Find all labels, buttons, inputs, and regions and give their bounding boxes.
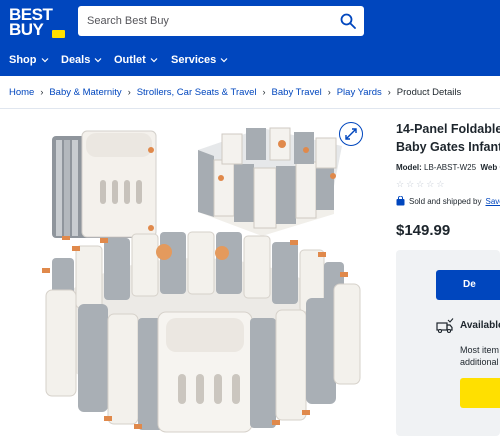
availability-note-line1: Most item [460, 345, 500, 355]
add-to-cart-button[interactable]: De [436, 270, 500, 300]
web-code-label: Web Co [480, 163, 500, 172]
star-icon: ☆ [436, 179, 445, 189]
chevron-down-icon [41, 58, 48, 63]
delivery-truck-icon [436, 318, 454, 334]
expand-icon [345, 128, 357, 140]
nav-services[interactable]: Services [171, 54, 228, 66]
star-icon: ☆ [426, 179, 435, 189]
chevron-down-icon [150, 58, 158, 63]
best-buy-logo[interactable]: BEST BUY [9, 4, 65, 40]
breadcrumb-baby-travel[interactable]: Baby Travel [272, 87, 322, 98]
chevron-right-icon: › [262, 87, 266, 97]
product-title: 14-Panel Foldable Baby Gates Infant [396, 120, 500, 156]
sold-by: Sold and shipped by Save [396, 196, 500, 206]
main-nav: Shop Deals Outlet Services [0, 45, 500, 76]
logo-tag-icon [52, 30, 65, 38]
nav-deals[interactable]: Deals [61, 54, 102, 66]
availability-note: Most item additional [460, 344, 500, 368]
chevron-right-icon: › [40, 87, 44, 97]
search-bar [78, 6, 364, 36]
folded-gate-image [52, 130, 157, 240]
availability-note-line2: additional [460, 357, 499, 367]
breadcrumb-current: Product Details [396, 86, 462, 98]
product-image[interactable] [0, 110, 385, 436]
secondary-action-button[interactable] [460, 378, 500, 408]
nav-shop[interactable]: Shop [9, 54, 49, 66]
search-input[interactable] [78, 6, 328, 36]
rating-stars[interactable]: ☆ ☆ ☆ ☆ ☆ [396, 179, 444, 189]
nav-deals-label: Deals [61, 54, 91, 66]
small-play-yard-image [198, 127, 342, 236]
expand-image-button[interactable] [339, 122, 363, 146]
sold-by-text: Sold and shipped by [409, 196, 482, 206]
breadcrumb-strollers[interactable]: Strollers, Car Seats & Travel [137, 87, 257, 98]
nav-shop-label: Shop [9, 54, 37, 66]
breadcrumb-home[interactable]: Home [9, 87, 34, 98]
divider [0, 108, 500, 109]
star-icon: ☆ [396, 179, 405, 189]
chevron-down-icon [220, 58, 228, 63]
model-info: Model: LB-ABST-W25 Web Co [396, 163, 500, 172]
breadcrumb: Home › Baby & Maternity › Strollers, Car… [9, 85, 461, 99]
nav-outlet-label: Outlet [114, 54, 146, 66]
shopping-bag-icon [396, 196, 405, 206]
search-icon[interactable] [340, 13, 356, 29]
nav-services-label: Services [171, 54, 217, 66]
logo-text-line2: BUY [9, 20, 44, 39]
model-label: Model: [396, 163, 422, 172]
availability-title: Available [460, 320, 500, 331]
chevron-right-icon: › [387, 87, 391, 97]
round-play-yard-image [42, 231, 361, 433]
seller-link[interactable]: Save [486, 197, 500, 206]
chevron-right-icon: › [327, 87, 331, 97]
chevron-right-icon: › [127, 87, 131, 97]
product-title-line1: 14-Panel Foldable [396, 122, 500, 136]
product-title-line2: Baby Gates Infant [396, 140, 500, 154]
chevron-down-icon [94, 58, 102, 63]
play-yard-image [42, 127, 361, 433]
model-value: LB-ABST-W25 [424, 163, 477, 172]
star-icon: ☆ [406, 179, 415, 189]
nav-outlet[interactable]: Outlet [114, 54, 158, 66]
breadcrumb-play-yards[interactable]: Play Yards [337, 87, 382, 98]
product-price: $149.99 [396, 222, 451, 239]
breadcrumb-baby-maternity[interactable]: Baby & Maternity [49, 87, 121, 98]
star-icon: ☆ [416, 179, 425, 189]
site-header: BEST BUY [0, 0, 500, 45]
